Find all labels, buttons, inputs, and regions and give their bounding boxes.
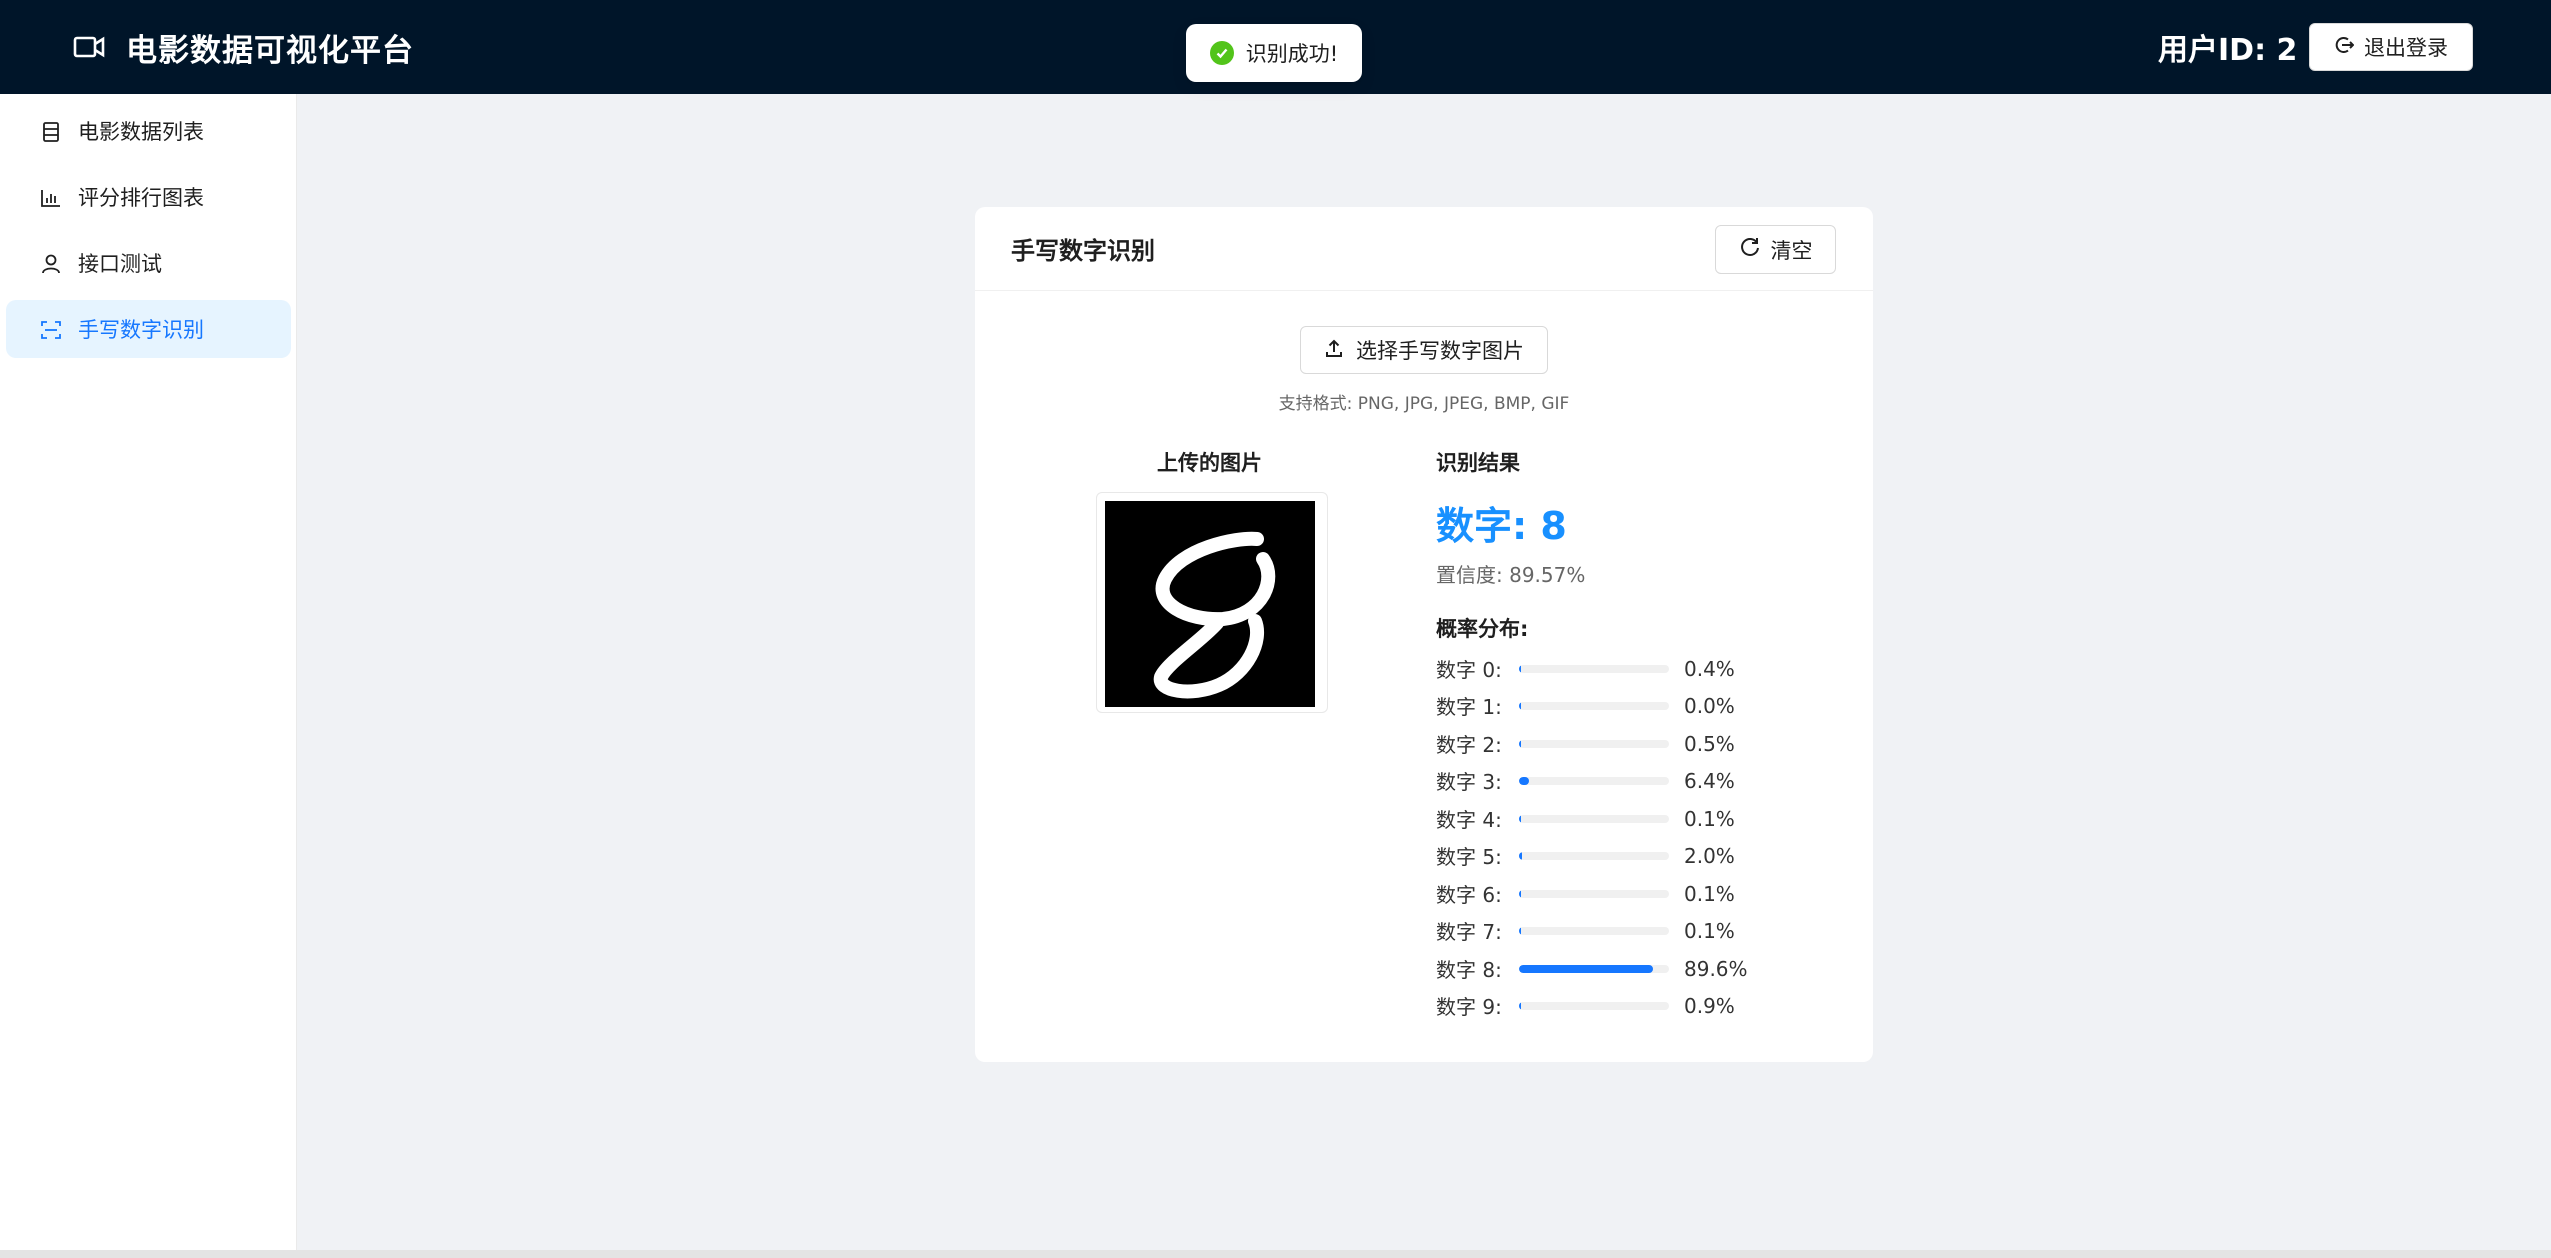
result-label: 识别结果 [1436,451,1520,475]
logout-label: 退出登录 [2364,36,2448,60]
probability-value: 0.9% [1684,993,1735,1018]
probability-bar-fill [1519,965,1654,973]
probability-digit-label: 数字 3: [1436,770,1502,794]
predicted-digit: 数字: 8 [1436,504,1567,548]
sidebar-item-label: 接口测试 [78,252,162,276]
probability-row: 数字 1: 0.0% [1436,687,1776,724]
probability-digit-label: 数字 7: [1436,920,1502,944]
card-header: 手写数字识别 清空 [975,207,1873,291]
logout-icon [2334,35,2355,60]
probability-row: 数字 2: 0.5% [1436,725,1776,762]
probability-row: 数字 9: 0.9% [1436,987,1776,1024]
sidebar-item-label: 评分排行图表 [78,186,204,210]
upload-icon [1324,338,1344,363]
uploaded-image-frame [1096,492,1328,713]
probability-digit-label: 数字 4: [1436,808,1502,832]
probability-digit-label: 数字 8: [1436,958,1502,982]
probability-value: 6.4% [1684,768,1735,793]
brand: 电影数据可视化平台 [72,0,414,94]
probability-bar-fill [1519,890,1521,898]
probability-bar-fill [1519,702,1521,710]
handwritten-digit-image [1105,501,1315,707]
probability-row: 数字 6: 0.1% [1436,875,1776,912]
success-toast: 识别成功! [1186,24,1362,82]
video-camera-icon [72,30,106,64]
probability-digit-label: 数字 2: [1436,733,1502,757]
table-icon [40,121,62,143]
sidebar: 电影数据列表 评分排行图表 接口测试 手写数字识别 [0,94,297,1250]
probability-value: 0.0% [1684,693,1735,718]
logout-button[interactable]: 退出登录 [2309,23,2473,71]
probability-value: 0.1% [1684,881,1735,906]
probability-value: 0.5% [1684,731,1735,756]
confidence-value: 置信度: 89.57% [1436,563,1586,587]
user-icon [40,253,62,275]
sidebar-item-rating-chart[interactable]: 评分排行图表 [6,168,291,226]
check-circle-icon [1209,41,1234,65]
probability-bar-fill [1519,815,1521,823]
probability-digit-label: 数字 9: [1436,995,1502,1019]
probability-value: 2.0% [1684,843,1735,868]
toast-message: 识别成功! [1245,42,1339,66]
supported-formats: 支持格式: PNG, JPG, JPEG, BMP, GIF [1278,394,1570,414]
bar-chart-icon [40,187,62,209]
sidebar-item-label: 手写数字识别 [78,318,204,342]
sidebar-item-digit-recognition[interactable]: 手写数字识别 [6,300,291,358]
probability-value: 89.6% [1684,956,1748,981]
probability-bar [1519,740,1669,748]
probability-bar-fill [1519,665,1521,673]
probability-bar [1519,1002,1669,1010]
probability-bar [1519,890,1669,898]
probability-bar [1519,815,1669,823]
uploaded-image-label: 上传的图片 [1157,451,1262,475]
sidebar-item-api-test[interactable]: 接口测试 [6,234,291,292]
sidebar-item-label: 电影数据列表 [78,120,204,144]
probability-value: 0.4% [1684,656,1735,681]
distribution-label: 概率分布: [1436,617,1529,641]
probability-value: 0.1% [1684,806,1735,831]
probability-bar-fill [1519,927,1521,935]
probability-bar [1519,777,1669,785]
probability-bar-fill [1519,852,1522,860]
app-title: 电影数据可视化平台 [126,32,414,69]
clear-button[interactable]: 清空 [1715,225,1836,274]
probability-bar-fill [1519,777,1529,785]
probability-row: 数字 7: 0.1% [1436,912,1776,949]
digit-recognition-card: 手写数字识别 清空 选择手写数字图片 支持格式: PNG, JPG, JPEG,… [975,207,1873,1062]
probability-row: 数字 3: 6.4% [1436,762,1776,799]
probability-row: 数字 5: 2.0% [1436,837,1776,874]
scan-icon [40,319,62,341]
probability-digit-label: 数字 6: [1436,883,1502,907]
probability-bar [1519,965,1669,973]
upload-button[interactable]: 选择手写数字图片 [1300,326,1548,374]
card-title: 手写数字识别 [1011,237,1155,265]
probability-digit-label: 数字 1: [1436,695,1502,719]
probability-bar-fill [1519,1002,1521,1010]
probability-digit-label: 数字 5: [1436,845,1502,869]
probability-digit-label: 数字 0: [1436,658,1502,682]
probability-bar [1519,702,1669,710]
probability-value: 0.1% [1684,918,1735,943]
window-bottom-edge [0,1250,2551,1258]
sidebar-item-movie-list[interactable]: 电影数据列表 [6,102,291,160]
probability-row: 数字 8: 89.6% [1436,950,1776,987]
probability-row: 数字 0: 0.4% [1436,650,1776,687]
probability-bar [1519,852,1669,860]
reload-icon [1739,236,1761,263]
clear-label: 清空 [1770,238,1813,263]
probability-bar-fill [1519,740,1521,748]
probability-bar [1519,927,1669,935]
probability-bar [1519,665,1669,673]
probability-row: 数字 4: 0.1% [1436,800,1776,837]
user-id-label: 用户ID: 2 [2158,33,2298,68]
upload-label: 选择手写数字图片 [1356,339,1524,363]
